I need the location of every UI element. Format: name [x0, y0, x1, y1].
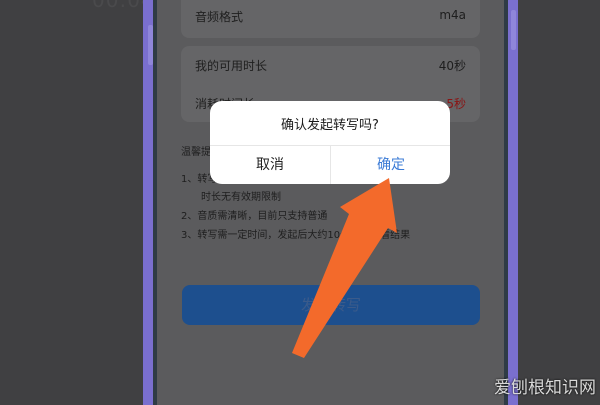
watermark: 爱刨根知识网: [494, 378, 596, 398]
arrow-shape: [292, 178, 397, 358]
pointer-arrow-icon: [292, 178, 397, 358]
